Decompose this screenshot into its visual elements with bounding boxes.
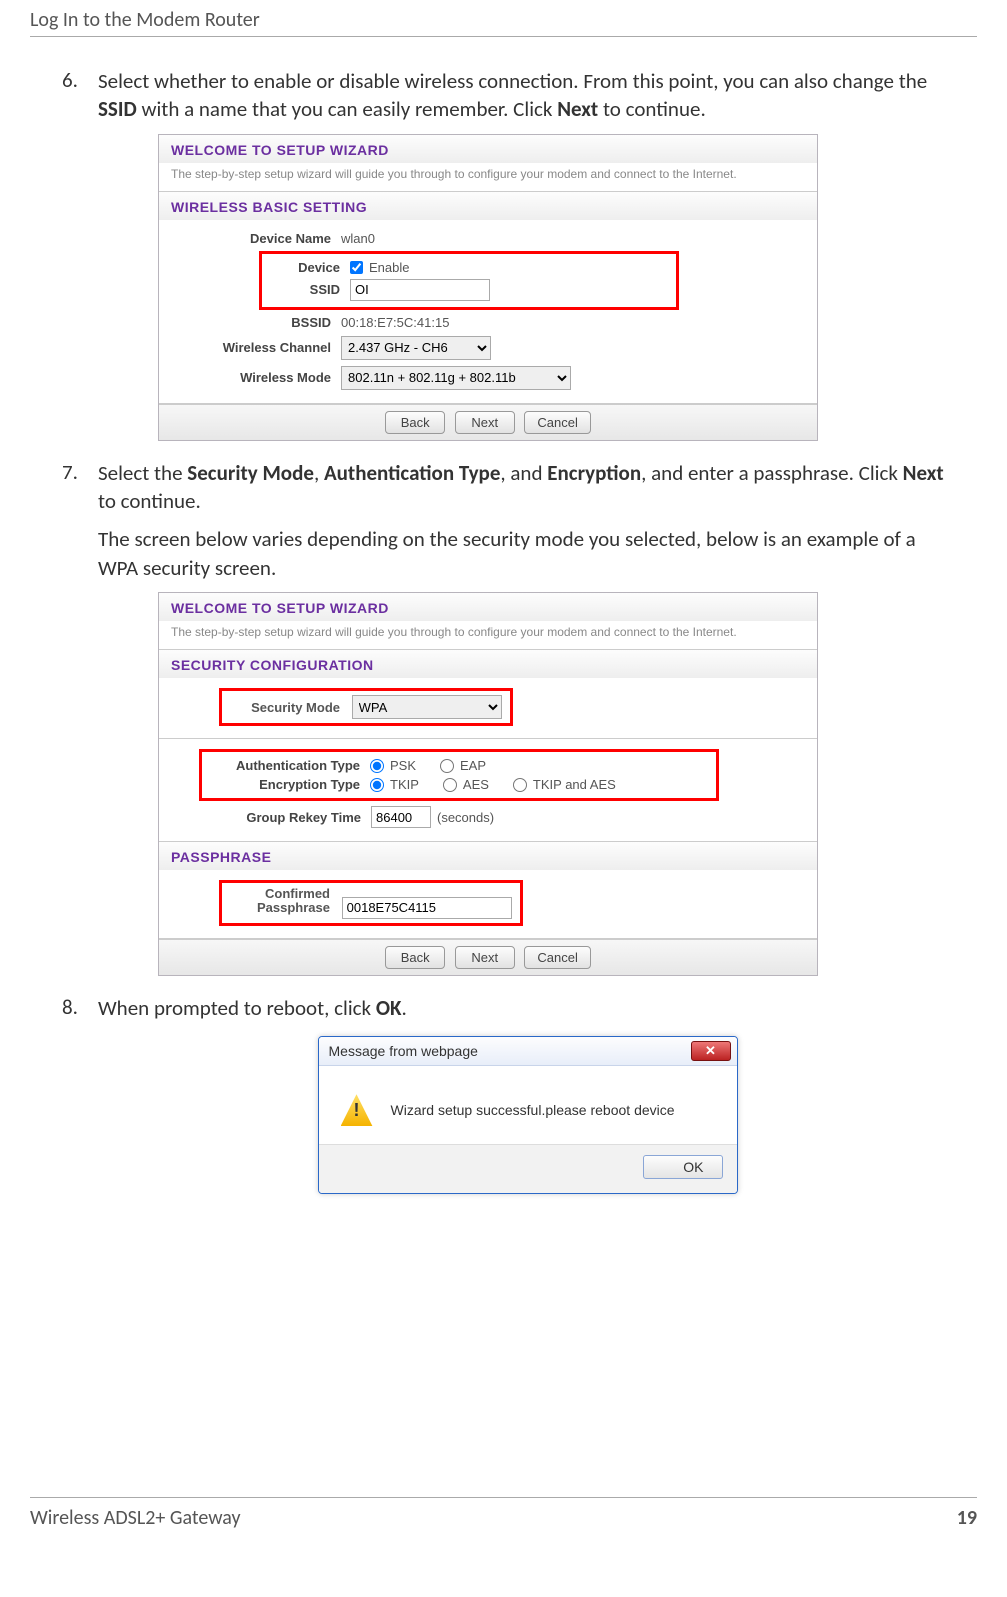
wizard-desc-2: The step-by-step setup wizard will guide… (159, 621, 817, 649)
device-label: Device (270, 260, 350, 275)
step-6-number: 6. (62, 67, 78, 93)
device-name-value: wlan0 (341, 231, 805, 246)
device-enable-checkbox[interactable] (350, 261, 363, 274)
step-7-number: 7. (62, 459, 78, 485)
dialog-title: Message from webpage (329, 1043, 478, 1059)
reboot-dialog: Message from webpage ✕ Wizard setup succ… (318, 1036, 738, 1194)
rekey-label: Group Rekey Time (171, 810, 371, 825)
wizard-wireless-basic: WELCOME TO SETUP WIZARD The step-by-step… (158, 134, 818, 441)
step-8-text: When prompted to reboot, click OK. (98, 994, 957, 1022)
auth-psk-radio[interactable] (370, 759, 384, 773)
mode-label: Wireless Mode (171, 370, 341, 385)
cancel-button[interactable]: Cancel (524, 411, 590, 434)
rekey-input[interactable] (371, 806, 431, 828)
wizard-title-2: WELCOME TO SETUP WIZARD (159, 593, 817, 621)
auth-type-label: Authentication Type (210, 758, 370, 773)
passphrase-head: PASSPHRASE (159, 842, 817, 870)
passphrase-input[interactable] (342, 897, 512, 919)
bssid-value: 00:18:E7:5C:41:15 (341, 315, 805, 330)
enc-tkip-radio[interactable] (370, 778, 384, 792)
back-button[interactable]: Back (385, 411, 445, 434)
auth-eap-radio[interactable] (440, 759, 454, 773)
ssid-term: SSID (98, 96, 137, 122)
ok-button[interactable]: OK (643, 1155, 723, 1179)
step-6: 6. Select whether to enable or disable w… (50, 67, 957, 441)
rekey-unit: (seconds) (437, 810, 494, 825)
security-conf-head: SECURITY CONFIGURATION (159, 650, 817, 678)
dialog-message: Wizard setup successful.please reboot de… (391, 1102, 675, 1118)
passphrase-label: Confirmed Passphrase (230, 887, 330, 916)
wizard-desc: The step-by-step setup wizard will guide… (159, 163, 817, 191)
channel-label: Wireless Channel (171, 340, 341, 355)
enc-both-radio[interactable] (513, 778, 527, 792)
warning-icon (341, 1094, 373, 1126)
wizard-title: WELCOME TO SETUP WIZARD (159, 135, 817, 163)
back-button-2[interactable]: Back (385, 946, 445, 969)
step-8: 8. When prompted to reboot, click OK. Me… (50, 994, 957, 1194)
cancel-button-2[interactable]: Cancel (524, 946, 590, 969)
page-header: Log In to the Modem Router (30, 0, 977, 37)
step-8-number: 8. (62, 994, 78, 1020)
step-6-text: Select whether to enable or disable wire… (98, 67, 957, 124)
footer-page-number: 19 (957, 1506, 977, 1530)
wizard-security: WELCOME TO SETUP WIZARD The step-by-step… (158, 592, 818, 976)
enc-aes-radio[interactable] (443, 778, 457, 792)
ssid-input[interactable] (350, 279, 490, 301)
security-mode-select[interactable]: WPA (352, 695, 502, 719)
step-7-text-1: Select the Security Mode, Authentication… (98, 459, 957, 516)
close-icon[interactable]: ✕ (691, 1041, 731, 1061)
ssid-label: SSID (270, 282, 350, 297)
next-button[interactable]: Next (455, 411, 515, 434)
device-enable-text: Enable (369, 260, 409, 275)
footer-left: Wireless ADSL2+ Gateway (30, 1506, 241, 1530)
security-mode-label: Security Mode (230, 700, 340, 715)
next-term: Next (557, 96, 598, 122)
bssid-label: BSSID (171, 315, 341, 330)
step-7-text-2: The screen below varies depending on the… (98, 525, 957, 582)
enc-type-label: Encryption Type (210, 777, 370, 792)
step-7: 7. Select the Security Mode, Authenticat… (50, 459, 957, 976)
mode-select[interactable]: 802.11n + 802.11g + 802.11b (341, 366, 571, 390)
channel-select[interactable]: 2.437 GHz - CH6 (341, 336, 491, 360)
device-name-label: Device Name (171, 231, 341, 246)
next-button-2[interactable]: Next (455, 946, 515, 969)
wireless-basic-head: WIRELESS BASIC SETTING (159, 192, 817, 220)
